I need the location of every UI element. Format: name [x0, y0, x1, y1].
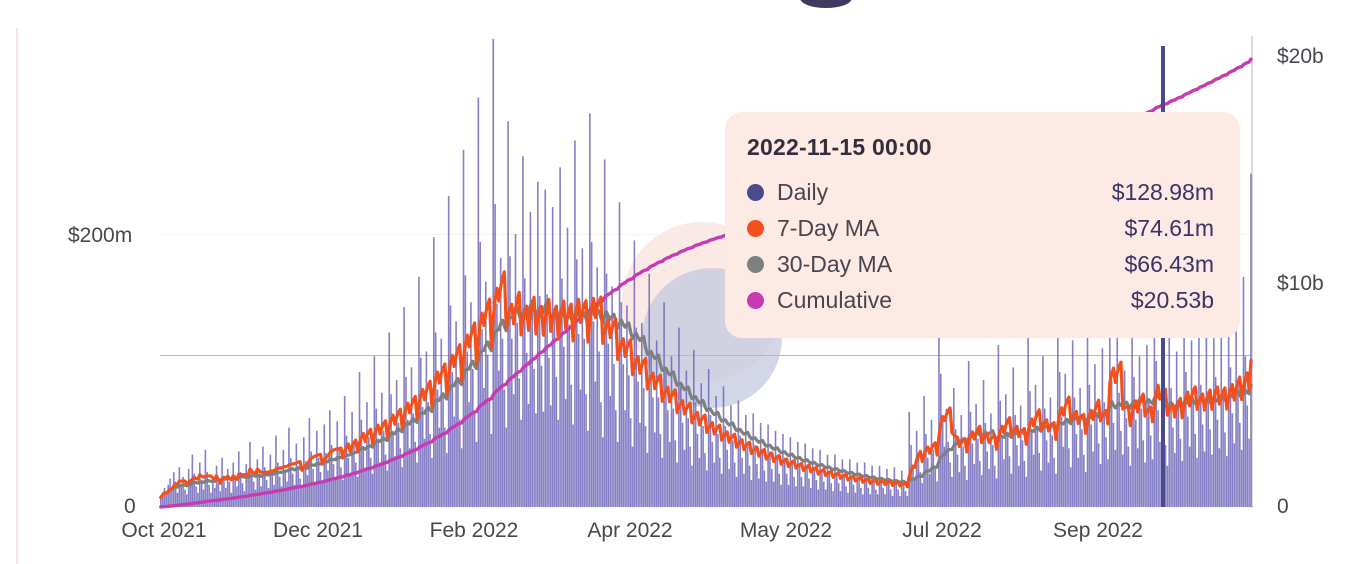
tooltip-row-cumulative: Cumulative $20.53b	[747, 282, 1214, 318]
hover-tooltip: 2022-11-15 00:00 Daily $128.98m 7-Day MA…	[725, 112, 1240, 338]
x-axis-tick-jul-2022: Jul 2022	[902, 519, 982, 542]
tooltip-label-cumulative: Cumulative	[777, 286, 893, 313]
y-axis-left-tick-0: 0	[124, 495, 136, 518]
x-axis-tick-dec-2021: Dec 2021	[273, 519, 363, 542]
tooltip-value-ma30: $66.43m	[1124, 250, 1214, 277]
tooltip-label-ma7: 7-Day MA	[777, 214, 880, 241]
tooltip-label-ma30: 30-Day MA	[777, 250, 893, 277]
legend-dot-cumulative	[747, 291, 764, 309]
x-axis-tick-oct-2021: Oct 2021	[121, 519, 207, 542]
y-axis-left-tick-200m: $200m	[68, 224, 133, 247]
tooltip-label-daily: Daily	[777, 178, 829, 205]
tooltip-value-cumulative: $20.53b	[1130, 286, 1214, 313]
y-axis-right-tick-10b: $10b	[1277, 272, 1324, 295]
tooltip-row-ma30: 30-Day MA $66.43m	[747, 246, 1214, 282]
tooltip-value-ma7: $74.61m	[1124, 214, 1214, 241]
tooltip-row-ma7: 7-Day MA $74.61m	[747, 210, 1214, 246]
y-axis-right-tick-0: 0	[1277, 495, 1289, 518]
x-axis-tick-sep-2022: Sep 2022	[1053, 519, 1143, 542]
legend-dot-daily	[747, 183, 764, 201]
x-axis-tick-feb-2022: Feb 2022	[429, 519, 519, 542]
tooltip-title: 2022-11-15 00:00	[747, 134, 932, 160]
legend-dot-ma30	[747, 255, 764, 273]
legend-dot-ma7	[747, 219, 764, 237]
tooltip-value-daily: $128.98m	[1111, 178, 1214, 205]
x-axis-tick-apr-2022: Apr 2022	[587, 519, 673, 542]
tooltip-row-daily: Daily $128.98m	[747, 174, 1214, 210]
y-axis-right-tick-20b: $20b	[1277, 45, 1324, 68]
chart-root: $200m 0 $20b $10b 0 Oct 2021 Dec 2021 Fe…	[0, 0, 1368, 564]
x-axis-tick-may-2022: May 2022	[739, 519, 833, 542]
